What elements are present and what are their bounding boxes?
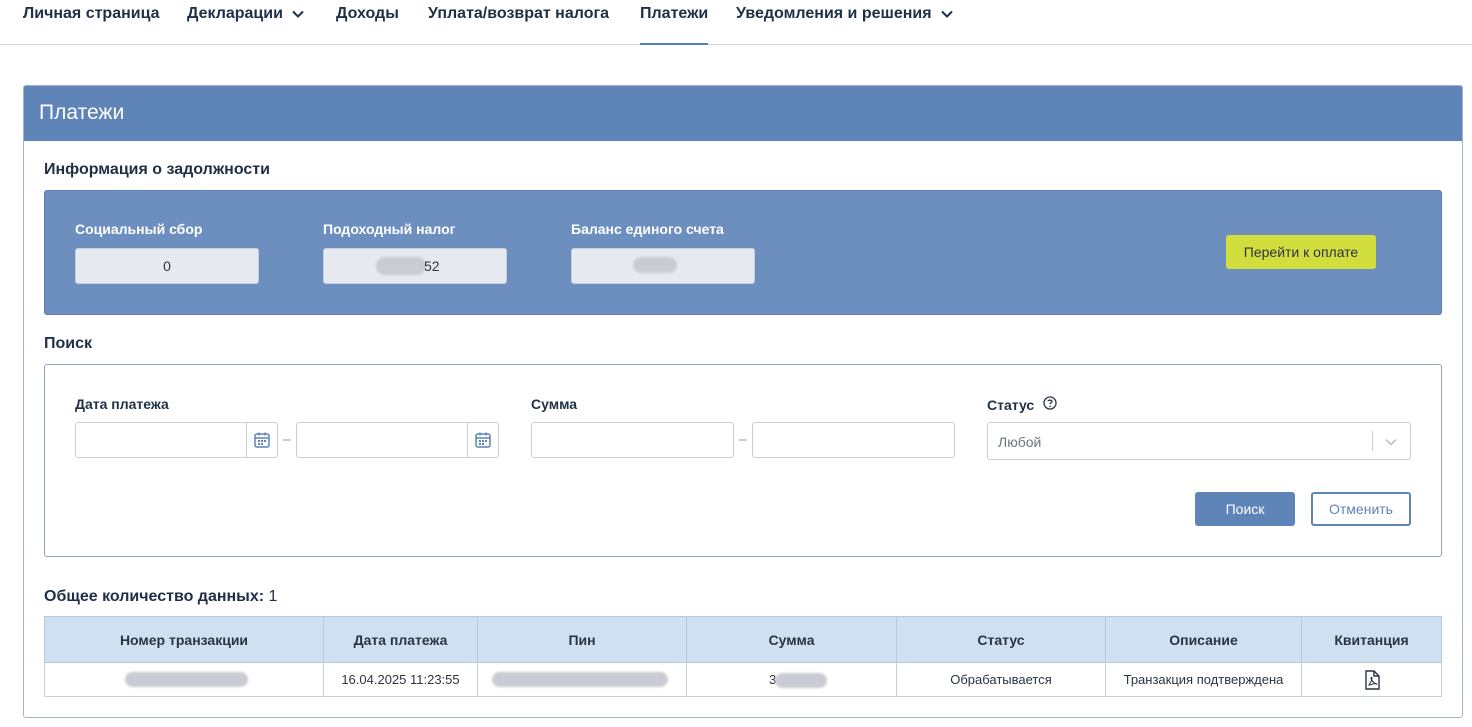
status-label-text: Статус	[987, 397, 1035, 413]
debt-section-title: Информация о задолжности	[44, 161, 270, 178]
amount-from-field[interactable]	[531, 422, 734, 458]
social-fee-value: 0	[75, 248, 259, 284]
table-row: 16.04.2025 11:23:55 3 Обрабатывается Тра…	[44, 662, 1442, 697]
chevron-down-icon	[1385, 438, 1397, 446]
page-title: Платежи	[39, 101, 125, 124]
calendar-icon	[254, 432, 270, 448]
column-header-receipt: Квитанция	[1301, 616, 1442, 663]
calendar-button[interactable]	[467, 423, 498, 457]
date-to-field[interactable]	[296, 422, 499, 458]
nav-item-label: Доходы	[336, 5, 399, 22]
nav-item-personal-page[interactable]: Личная страница	[23, 5, 160, 45]
chevron-down-icon	[940, 10, 953, 18]
pin-cell	[477, 662, 687, 697]
payments-table: Номер транзакции Дата платежа Пин Сумма …	[44, 616, 1442, 697]
description-cell: Транзакция подтверждена	[1105, 662, 1302, 697]
nav-item-notifications-decisions[interactable]: Уведомления и решения	[736, 5, 954, 45]
nav-item-label: Уведомления и решения	[736, 5, 932, 22]
redacted-value	[492, 672, 668, 687]
column-header-description: Описание	[1105, 616, 1302, 663]
total-count: Общее количество данных: 1	[44, 588, 277, 606]
total-count-label: Общее количество данных:	[44, 588, 265, 605]
status-select[interactable]: Любой	[987, 422, 1411, 460]
status-selected-value: Любой	[998, 434, 1042, 450]
cancel-button[interactable]: Отменить	[1311, 492, 1411, 526]
nav-item-label: Уплата/возврат налога	[428, 5, 610, 22]
nav-item-payments[interactable]: Платежи	[640, 5, 709, 45]
redacted-value	[775, 673, 827, 688]
search-button[interactable]: Поиск	[1195, 492, 1295, 526]
redacted-value	[125, 672, 248, 687]
nav-item-income[interactable]: Доходы	[336, 5, 399, 45]
social-fee-label: Социальный сбор	[75, 221, 203, 237]
amount-label: Сумма	[531, 396, 578, 412]
top-navigation: Личная страница Декларации Доходы Уплата…	[0, 0, 1472, 45]
range-dash	[283, 439, 291, 441]
total-count-value: 1	[268, 588, 278, 605]
status-cell: Обрабатывается	[896, 662, 1106, 697]
debt-info-panel: Социальный сбор 0 Подоходный налог 52 Ба…	[44, 190, 1442, 315]
income-tax-value: 52	[323, 248, 507, 284]
single-account-balance-value	[571, 248, 755, 284]
select-divider	[1372, 431, 1373, 451]
payment-date-cell: 16.04.2025 11:23:55	[323, 662, 478, 697]
single-account-balance-label: Баланс единого счета	[571, 221, 724, 237]
status-label: Статус	[987, 396, 1057, 413]
nav-item-label: Платежи	[640, 5, 709, 22]
column-header-payment-date: Дата платежа	[323, 616, 478, 663]
transaction-cell	[44, 662, 324, 697]
nav-item-label: Декларации	[187, 5, 283, 22]
payment-date-label: Дата платежа	[75, 396, 169, 412]
income-tax-amount: 52	[424, 258, 440, 274]
redacted-value	[633, 257, 677, 273]
column-header-transaction: Номер транзакции	[44, 616, 324, 663]
calendar-icon	[475, 432, 491, 448]
date-from-field[interactable]	[75, 422, 278, 458]
nav-item-declarations[interactable]: Декларации	[187, 5, 305, 45]
column-header-amount: Сумма	[686, 616, 897, 663]
range-dash	[739, 439, 747, 441]
help-icon[interactable]	[1043, 396, 1057, 410]
amount-to-field[interactable]	[752, 422, 955, 458]
receipt-cell	[1301, 662, 1442, 697]
income-tax-label: Подоходный налог	[323, 221, 456, 237]
payments-card: Платежи Информация о задолжности Социаль…	[23, 85, 1463, 718]
column-header-status: Статус	[896, 616, 1106, 663]
amount-cell: 3	[686, 662, 897, 697]
search-section-title: Поиск	[44, 335, 93, 352]
nav-item-tax-payment-refund[interactable]: Уплата/возврат налога	[428, 5, 609, 45]
chevron-down-icon	[292, 10, 304, 18]
table-header-row: Номер транзакции Дата платежа Пин Сумма …	[44, 616, 1442, 663]
go-to-payment-button[interactable]: Перейти к оплате	[1226, 235, 1376, 269]
search-panel: Дата платежа Сумма Статус Любой Поиск От…	[44, 364, 1442, 557]
column-header-pin: Пин	[477, 616, 687, 663]
card-header: Платежи	[24, 86, 1462, 141]
pdf-file-icon[interactable]	[1363, 669, 1381, 690]
nav-item-label: Личная страница	[23, 5, 160, 22]
calendar-button[interactable]	[246, 423, 277, 457]
social-fee-amount: 0	[163, 258, 171, 274]
redacted-value	[376, 257, 426, 275]
